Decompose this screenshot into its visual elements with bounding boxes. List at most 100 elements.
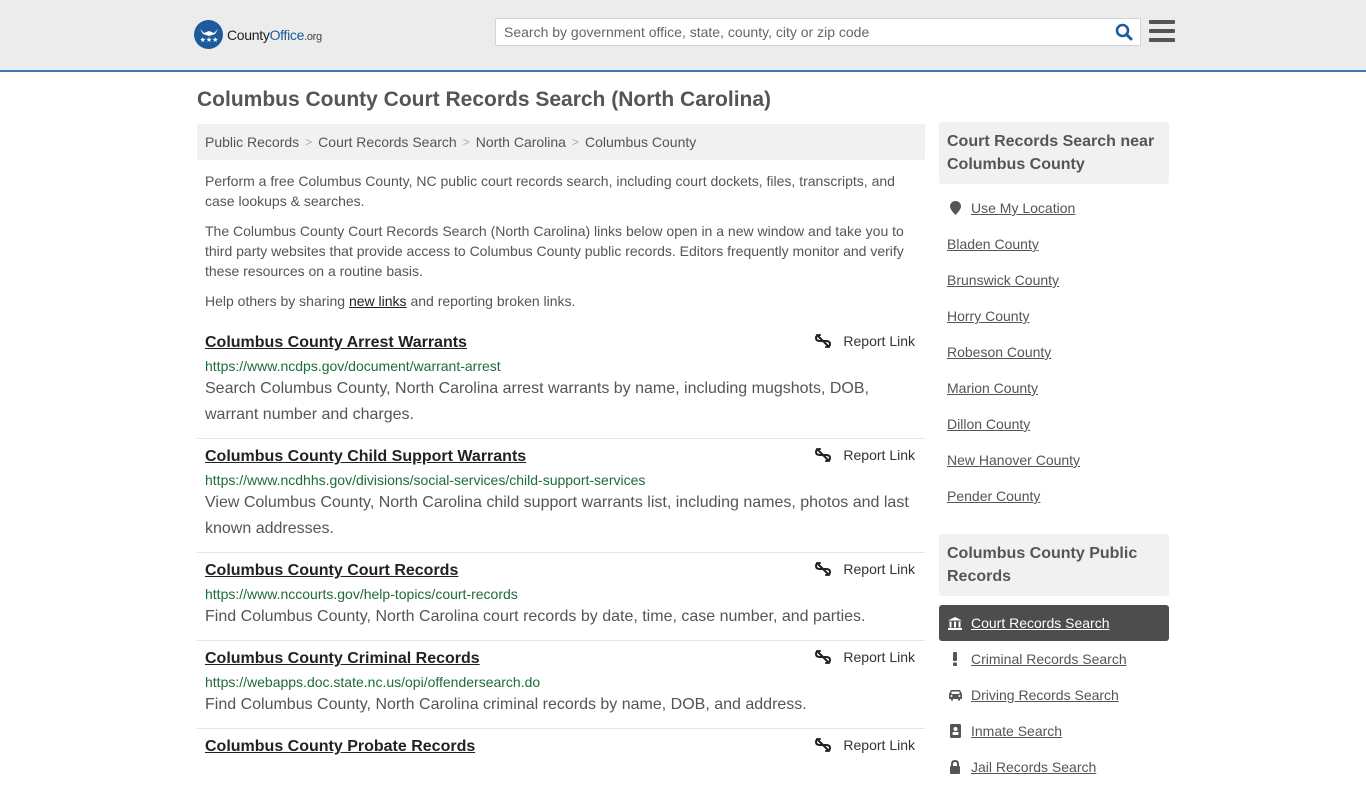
public-records-item-criminal[interactable]: Criminal Records Search — [939, 641, 1169, 677]
nearby-county-link[interactable]: Marion County — [947, 380, 1038, 396]
breadcrumb-separator: > — [462, 135, 470, 149]
help-paragraph: Help others by sharing new links and rep… — [205, 291, 917, 311]
public-records-link[interactable]: Inmate Search — [971, 723, 1062, 739]
svg-text:★★★: ★★★ — [199, 36, 218, 44]
public-records-item-driving[interactable]: Driving Records Search — [939, 677, 1169, 713]
courthouse-icon — [947, 616, 963, 630]
breadcrumb-public-records[interactable]: Public Records — [205, 134, 299, 150]
result-item: Columbus County Child Support Warrants R… — [197, 439, 925, 553]
breadcrumb-court-records-search[interactable]: Court Records Search — [318, 134, 457, 150]
site-header: ★★★ CountyOffice.org — [0, 0, 1366, 72]
menu-bar — [1149, 20, 1175, 24]
intro-paragraph: Perform a free Columbus County, NC publi… — [205, 173, 895, 209]
nearby-county-link[interactable]: Bladen County — [947, 236, 1039, 252]
result-title-link[interactable]: Columbus County Arrest Warrants — [205, 333, 467, 353]
result-url: https://www.ncdps.gov/document/warrant-a… — [205, 358, 501, 374]
site-logo[interactable]: ★★★ CountyOffice.org — [194, 20, 322, 49]
report-link-button[interactable]: Report Link — [815, 737, 915, 753]
nearby-county-link[interactable]: Pender County — [947, 488, 1040, 504]
nearby-county-link[interactable]: Brunswick County — [947, 272, 1059, 288]
search-bar — [495, 18, 1141, 46]
intro-paragraph: The Columbus County Court Records Search… — [205, 223, 904, 279]
map-marker-icon — [947, 201, 963, 215]
result-description: View Columbus County, North Carolina chi… — [205, 494, 909, 537]
public-records-item-inmate[interactable]: Inmate Search — [939, 713, 1169, 749]
breadcrumb-separator: > — [305, 135, 313, 149]
result-item: Columbus County Probate Records Report L… — [197, 729, 925, 767]
search-input[interactable] — [496, 19, 1108, 45]
result-title-link[interactable]: Columbus County Criminal Records — [205, 649, 480, 669]
public-records-item-jail[interactable]: Jail Records Search — [939, 749, 1169, 785]
page-title: Columbus County Court Records Search (No… — [197, 88, 772, 111]
report-link-label: Report Link — [843, 447, 915, 463]
intro-text: Perform a free Columbus County, NC publi… — [197, 171, 925, 311]
nearby-county-item: Bladen County — [947, 226, 1161, 262]
nearby-county-item: Dillon County — [947, 406, 1161, 442]
report-link-label: Report Link — [843, 737, 915, 753]
id-badge-icon — [947, 724, 963, 738]
help-text: Help others by sharing — [205, 293, 349, 309]
help-text: and reporting broken links. — [406, 293, 576, 309]
result-url: https://www.ncdhhs.gov/divisions/social-… — [205, 472, 646, 488]
report-link-label: Report Link — [843, 561, 915, 577]
breadcrumb-north-carolina[interactable]: North Carolina — [476, 134, 566, 150]
public-records-link[interactable]: Court Records Search — [971, 615, 1110, 631]
logo-name: County — [227, 26, 270, 43]
sidebar: Court Records Search near Columbus Count… — [939, 122, 1169, 785]
hamburger-menu-button[interactable] — [1149, 18, 1175, 44]
exclamation-icon — [947, 652, 963, 666]
logo-text: CountyOffice.org — [227, 27, 322, 43]
result-title-link[interactable]: Columbus County Probate Records — [205, 737, 475, 757]
breadcrumb-separator: > — [571, 135, 579, 149]
broken-link-icon — [815, 334, 832, 348]
result-description: Find Columbus County, North Carolina cou… — [205, 608, 866, 625]
logo-tld: .org — [304, 30, 322, 43]
public-records-link[interactable]: Jail Records Search — [971, 759, 1096, 775]
main-content: Public Records > Court Records Search > … — [197, 124, 925, 767]
nearby-county-link[interactable]: New Hanover County — [947, 452, 1080, 468]
public-records-heading: Columbus County Public Records — [939, 534, 1169, 596]
report-link-button[interactable]: Report Link — [815, 649, 915, 665]
nearby-heading: Court Records Search near Columbus Count… — [939, 122, 1169, 184]
nearby-county-item: New Hanover County — [947, 442, 1161, 478]
use-location-item: Use My Location — [947, 190, 1161, 226]
result-item: Columbus County Court Records Report Lin… — [197, 553, 925, 641]
report-link-label: Report Link — [843, 333, 915, 349]
public-records-item-court[interactable]: Court Records Search — [939, 605, 1169, 641]
nearby-county-item: Marion County — [947, 370, 1161, 406]
broken-link-icon — [815, 562, 832, 576]
nearby-county-item: Pender County — [947, 478, 1161, 514]
broken-link-icon — [815, 448, 832, 462]
result-title-link[interactable]: Columbus County Court Records — [205, 561, 458, 581]
new-links-link[interactable]: new links — [349, 293, 407, 309]
broken-link-icon — [815, 650, 832, 664]
report-link-button[interactable]: Report Link — [815, 561, 915, 577]
public-records-list: Court Records Search Criminal Records Se… — [939, 605, 1169, 785]
nearby-county-item: Brunswick County — [947, 262, 1161, 298]
search-button[interactable] — [1108, 19, 1140, 45]
nearby-county-link[interactable]: Horry County — [947, 308, 1029, 324]
breadcrumb-columbus-county[interactable]: Columbus County — [585, 134, 696, 150]
result-item: Columbus County Criminal Records Report … — [197, 641, 925, 729]
public-records-link[interactable]: Driving Records Search — [971, 687, 1119, 703]
use-my-location-link[interactable]: Use My Location — [971, 200, 1075, 216]
breadcrumb: Public Records > Court Records Search > … — [197, 124, 925, 160]
car-icon — [947, 689, 963, 701]
public-records-link[interactable]: Criminal Records Search — [971, 651, 1127, 667]
nearby-list: Use My Location Bladen County Brunswick … — [939, 184, 1169, 514]
report-link-button[interactable]: Report Link — [815, 333, 915, 349]
result-title-link[interactable]: Columbus County Child Support Warrants — [205, 447, 526, 467]
nearby-county-link[interactable]: Robeson County — [947, 344, 1051, 360]
menu-bar — [1149, 29, 1175, 33]
nearby-county-item: Robeson County — [947, 334, 1161, 370]
lock-icon — [947, 760, 963, 774]
result-item: Columbus County Arrest Warrants Report L… — [197, 325, 925, 439]
logo-brand: Office — [269, 26, 305, 43]
report-link-button[interactable]: Report Link — [815, 447, 915, 463]
result-description: Find Columbus County, North Carolina cri… — [205, 696, 807, 713]
nearby-county-link[interactable]: Dillon County — [947, 416, 1030, 432]
nearby-county-item: Horry County — [947, 298, 1161, 334]
broken-link-icon — [815, 738, 832, 752]
report-link-label: Report Link — [843, 649, 915, 665]
search-icon — [1115, 23, 1133, 41]
